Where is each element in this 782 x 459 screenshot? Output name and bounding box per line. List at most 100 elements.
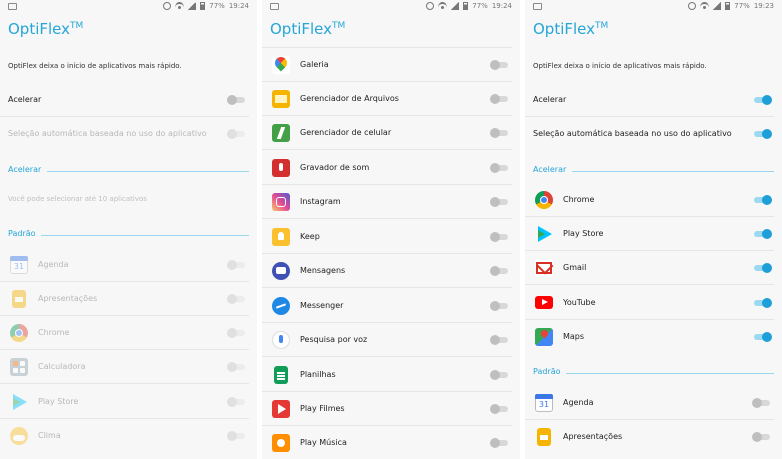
accelerate-toggle[interactable] xyxy=(227,95,247,105)
description: OptiFlex deixa o início de aplicativos m… xyxy=(533,62,707,70)
accelerate-toggle[interactable] xyxy=(752,95,772,105)
app-row[interactable]: 31 Agenda xyxy=(525,386,782,420)
app-row[interactable]: Chrome xyxy=(525,183,782,217)
app-label: Play Filmes xyxy=(300,404,345,413)
app-row[interactable]: Play Filmes xyxy=(262,392,520,426)
app-label: Instagram xyxy=(300,197,341,206)
app-row[interactable]: Planilhas xyxy=(262,358,520,392)
trademark-mark: TM xyxy=(70,21,84,31)
slides-icon xyxy=(537,428,551,446)
app-toggle[interactable] xyxy=(490,163,510,173)
app-row[interactable]: Mensagens xyxy=(262,254,520,288)
signal-icon xyxy=(451,2,460,10)
app-toggle[interactable] xyxy=(752,263,772,273)
app-row: Calculadora xyxy=(0,350,257,384)
auto-select-toggle xyxy=(227,129,247,139)
app-label: Apresentações xyxy=(38,294,98,303)
app-toggle[interactable] xyxy=(490,266,510,276)
app-label: Planilhas xyxy=(300,370,336,379)
messages-icon xyxy=(272,262,290,280)
auto-select-setting-row[interactable]: Seleção automática baseada no uso do apl… xyxy=(525,117,782,151)
auto-select-toggle[interactable] xyxy=(752,129,772,139)
accelerate-setting-row[interactable]: Acelerar xyxy=(0,83,257,117)
app-row[interactable]: Messenger xyxy=(262,289,520,323)
app-label: Clima xyxy=(38,431,61,440)
section-header-default: Padrão xyxy=(0,226,257,246)
status-bar: 77% 19:23 xyxy=(525,0,782,14)
app-toggle xyxy=(227,260,247,270)
image-notification-icon xyxy=(8,3,17,10)
sheets-icon xyxy=(274,366,288,384)
app-row[interactable]: Play Store xyxy=(525,217,782,251)
app-toggle[interactable] xyxy=(490,335,510,345)
app-toggle[interactable] xyxy=(752,195,772,205)
calculator-icon xyxy=(10,358,28,376)
app-label: Calculadora xyxy=(38,362,86,371)
section-header-accelerate: Acelerar xyxy=(0,162,257,182)
section-header-accelerate: Acelerar xyxy=(525,162,782,182)
app-toggle[interactable] xyxy=(490,370,510,380)
section-title: Acelerar xyxy=(8,165,42,174)
section-header-default: Padrão xyxy=(525,364,782,384)
app-label: Keep xyxy=(300,232,320,241)
app-toggle[interactable] xyxy=(752,432,772,442)
app-toggle[interactable] xyxy=(752,298,772,308)
accelerate-setting-row[interactable]: Acelerar xyxy=(525,83,782,117)
wifi-icon xyxy=(438,2,448,10)
app-list-panel: 77% 19:24 OptiFlexTM Galeria Gerenciador… xyxy=(262,0,520,459)
app-toggle[interactable] xyxy=(490,404,510,414)
app-label: Agenda xyxy=(38,260,69,269)
gmail-icon xyxy=(535,259,553,277)
app-label: Messenger xyxy=(300,301,344,310)
play-movies-icon xyxy=(272,400,290,418)
page-title: OptiFlexTM xyxy=(8,20,83,38)
slides-icon xyxy=(12,290,26,308)
auto-select-label: Seleção automática baseada no uso do apl… xyxy=(8,129,207,138)
sync-icon xyxy=(426,2,435,10)
messenger-icon xyxy=(272,297,290,315)
app-toggle[interactable] xyxy=(490,301,510,311)
app-toggle[interactable] xyxy=(752,332,772,342)
app-label: Apresentações xyxy=(563,432,623,441)
app-row[interactable]: Apresentações xyxy=(525,420,782,454)
divider xyxy=(0,383,249,384)
maps-icon xyxy=(535,328,553,346)
page-title: OptiFlexTM xyxy=(533,20,608,38)
header-divider-row xyxy=(262,14,520,48)
section-title: Padrão xyxy=(8,229,36,238)
signal-icon xyxy=(713,2,722,10)
app-row[interactable]: Keep xyxy=(262,220,520,254)
app-row[interactable]: Gerenciador de celular xyxy=(262,116,520,150)
section-title: Acelerar xyxy=(533,165,567,174)
app-toggle[interactable] xyxy=(490,128,510,138)
app-row[interactable]: Pesquisa por voz xyxy=(262,323,520,357)
app-toggle[interactable] xyxy=(752,229,772,239)
app-row[interactable]: Gmail xyxy=(525,251,782,285)
app-row: Play Store xyxy=(0,385,257,419)
app-toggle[interactable] xyxy=(490,438,510,448)
play-store-icon xyxy=(10,393,28,411)
app-row[interactable]: Instagram xyxy=(262,185,520,219)
app-row[interactable]: Maps xyxy=(525,320,782,354)
app-row[interactable]: YouTube xyxy=(525,286,782,320)
settings-panel-off: 77% 19:24 OptiFlexTM OptiFlex deixa o in… xyxy=(0,0,257,459)
app-row[interactable]: Gravador de som xyxy=(262,151,520,185)
app-row[interactable]: Gerenciador de Arquivos xyxy=(262,82,520,116)
settings-panel-on: 77% 19:23 OptiFlexTM OptiFlex deixa o in… xyxy=(525,0,782,459)
auto-select-setting-row: Seleção automática baseada no uso do apl… xyxy=(0,117,257,151)
app-toggle[interactable] xyxy=(752,398,772,408)
app-label: Pesquisa por voz xyxy=(300,335,368,344)
app-toggle[interactable] xyxy=(490,60,510,70)
title-text: OptiFlex xyxy=(533,20,596,38)
app-row[interactable]: Play Música xyxy=(262,426,520,459)
app-toggle xyxy=(227,431,247,441)
image-notification-icon xyxy=(270,3,279,10)
app-toggle[interactable] xyxy=(490,197,510,207)
clock: 19:24 xyxy=(228,2,249,10)
app-row: Clima xyxy=(0,419,257,453)
section-rule xyxy=(566,373,774,374)
app-toggle[interactable] xyxy=(490,232,510,242)
app-toggle[interactable] xyxy=(490,94,510,104)
battery-level: 77% xyxy=(734,2,750,10)
app-row[interactable]: Galeria xyxy=(262,48,520,82)
